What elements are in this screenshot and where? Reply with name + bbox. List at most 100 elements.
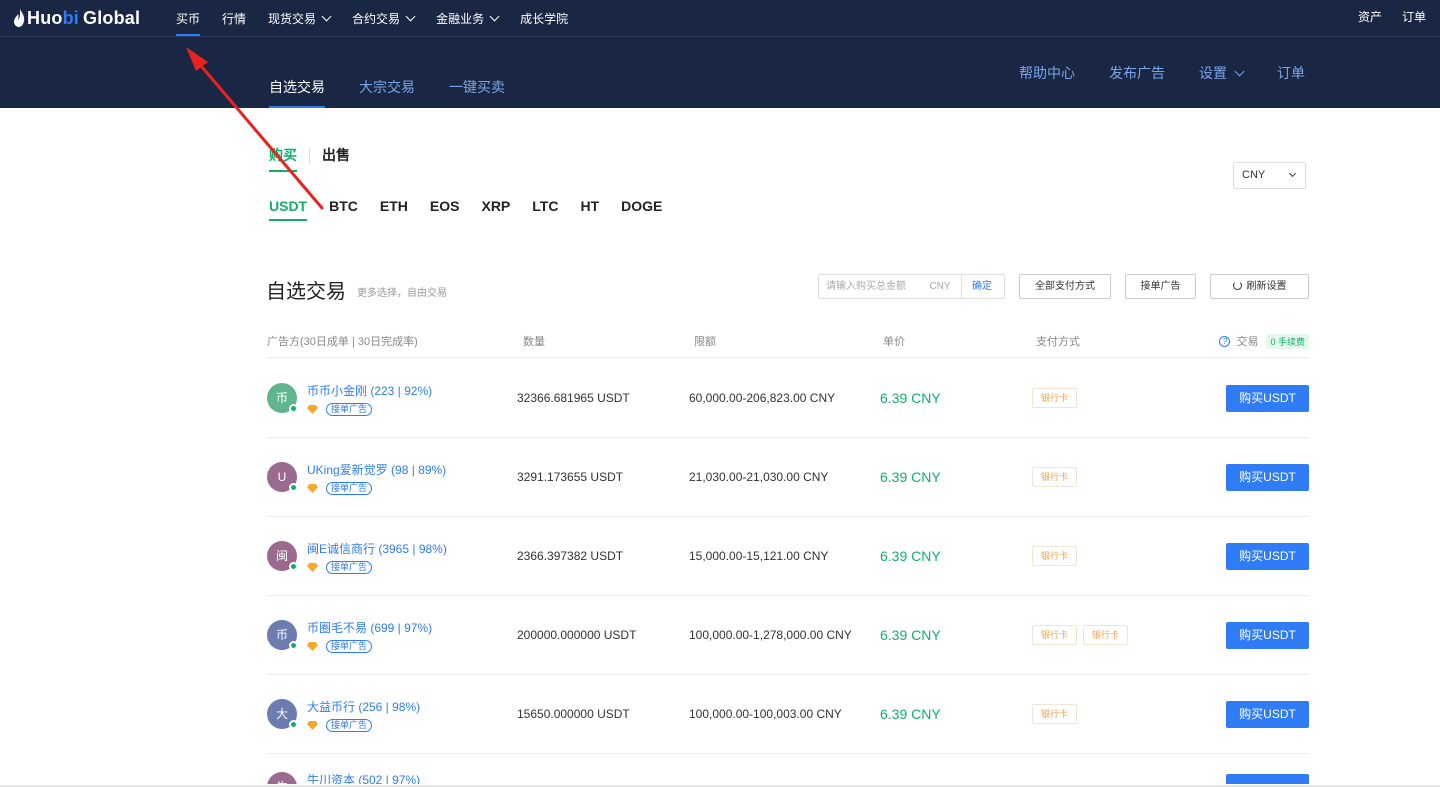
amount-input[interactable] bbox=[819, 275, 919, 298]
nav-academy[interactable]: 成长学院 bbox=[520, 0, 568, 37]
merchant-badges: 接单广告 bbox=[307, 640, 373, 653]
nav-label: 金融业务 bbox=[436, 11, 485, 26]
section-subtitle: 更多选择，自由交易 bbox=[357, 288, 447, 299]
merchant-name[interactable]: 大益币行 (256 | 98%) bbox=[307, 698, 420, 715]
buy-usdt-button[interactable]: 购买USDT bbox=[1226, 464, 1309, 491]
diamond-merchant-icon bbox=[307, 563, 318, 572]
merchant-name[interactable]: 闽E诚信商行 (3965 | 98%) bbox=[307, 540, 447, 557]
coin-tab-ht[interactable]: HT bbox=[580, 198, 599, 221]
avatar[interactable]: 大 bbox=[267, 699, 298, 729]
table-row: 币 币圈毛不易 (699 | 97%) 接单广告 200000.000000 U… bbox=[267, 596, 1309, 675]
logo-text-global: Global bbox=[83, 7, 141, 28]
ad-price: 6.39 CNY bbox=[880, 469, 941, 485]
huobi-logo[interactable]: Huo bi Global bbox=[14, 7, 140, 29]
buy-usdt-button[interactable]: 购买USDT bbox=[1226, 543, 1309, 570]
tab-one-click-trade[interactable]: 一键买卖 bbox=[449, 37, 505, 108]
payment-methods: 银行卡 bbox=[1032, 704, 1083, 724]
accept-ads-button[interactable]: 接单广告 bbox=[1125, 274, 1196, 299]
coin-tab-xrp[interactable]: XRP bbox=[481, 198, 510, 221]
nav-contract-trading[interactable]: 合约交易 bbox=[352, 0, 416, 37]
coin-tab-eos[interactable]: EOS bbox=[430, 198, 460, 221]
ad-limit: 15,000.00-15,121.00 CNY bbox=[689, 549, 829, 563]
avatar-initial: 币 bbox=[275, 391, 288, 405]
avatar-initial: 闽 bbox=[275, 549, 288, 563]
section-title: 自选交易 bbox=[266, 281, 346, 303]
diamond-merchant-icon bbox=[307, 642, 318, 651]
ad-limit: 100,000.00-1,278,000.00 CNY bbox=[689, 628, 852, 642]
otc-subnav-right: 帮助中心 发布广告 设置 订单 bbox=[985, 37, 1305, 108]
ad-quantity: 2366.397382 USDT bbox=[517, 549, 624, 563]
table-row: U UKing爱新觉罗 (98 | 89%) 接单广告 3291.173655 … bbox=[267, 438, 1309, 517]
chevron-down-icon bbox=[489, 11, 500, 22]
refresh-settings-button[interactable]: 刷新设置 bbox=[1210, 274, 1309, 299]
coin-tab-btc[interactable]: BTC bbox=[329, 198, 358, 221]
chevron-down-icon bbox=[321, 11, 332, 22]
zero-fee-badge: 0 手续费 bbox=[1266, 333, 1309, 349]
help-question-icon[interactable]: ? bbox=[1219, 335, 1231, 347]
avatar[interactable]: U bbox=[267, 462, 298, 492]
buy-usdt-button[interactable]: 购买USDT bbox=[1226, 385, 1309, 412]
nav-label: 行情 bbox=[222, 11, 247, 26]
online-status-dot bbox=[289, 404, 298, 413]
payment-methods: 银行卡 bbox=[1032, 546, 1083, 566]
payment-bank-card-badge: 银行卡 bbox=[1083, 625, 1129, 645]
avatar[interactable]: 闽 bbox=[267, 541, 298, 571]
currency-select[interactable]: CNY bbox=[1233, 162, 1306, 189]
divider bbox=[309, 147, 310, 164]
buy-usdt-button[interactable]: 购买USDT bbox=[1226, 622, 1309, 649]
nav-assets[interactable]: 资产 bbox=[1358, 0, 1382, 37]
ad-quantity: 3291.173655 USDT bbox=[517, 470, 624, 484]
post-ad-link[interactable]: 发布广告 bbox=[1109, 37, 1165, 108]
nav-orders[interactable]: 订单 bbox=[1402, 0, 1426, 37]
nav-spot-trading[interactable]: 现货交易 bbox=[268, 0, 332, 37]
coin-tab-ltc[interactable]: LTC bbox=[532, 198, 558, 221]
ad-quantity: 15650.000000 USDT bbox=[517, 707, 630, 721]
payment-methods: 银行卡 银行卡 bbox=[1032, 625, 1134, 645]
settings-label: 设置 bbox=[1199, 64, 1227, 81]
buy-usdt-button[interactable] bbox=[1226, 774, 1309, 784]
merchant-name[interactable]: 币币小金刚 (223 | 92%) bbox=[307, 382, 432, 399]
coin-tab-usdt[interactable]: USDT bbox=[269, 198, 308, 221]
ad-list: 币 币币小金刚 (223 | 92%) 接单广告 32366.681965 US… bbox=[267, 359, 1309, 784]
header-price: 单价 bbox=[883, 336, 905, 348]
avatar[interactable]: 牛 bbox=[267, 772, 297, 784]
table-header: 广告方(30日成单 | 30日完成率) 数量 限额 单价 支付方式 ? 交易 0… bbox=[267, 333, 1309, 358]
logo-text-bi: bi bbox=[62, 7, 79, 28]
merchant-name[interactable]: 牛川资本 (502 | 97%) bbox=[307, 771, 420, 784]
merchant-name[interactable]: UKing爱新觉罗 (98 | 89%) bbox=[307, 461, 446, 478]
table-row: 牛 牛川资本 (502 | 97%) bbox=[267, 754, 1309, 784]
ad-price: 6.39 CNY bbox=[880, 627, 941, 643]
payment-methods-button[interactable]: 全部支付方式 bbox=[1019, 274, 1111, 299]
help-center-link[interactable]: 帮助中心 bbox=[1019, 37, 1075, 108]
tab-buy[interactable]: 购买 bbox=[269, 145, 297, 172]
nav-market[interactable]: 行情 bbox=[222, 0, 246, 37]
coin-tab-doge[interactable]: DOGE bbox=[621, 198, 662, 221]
merchant-name[interactable]: 币圈毛不易 (699 | 97%) bbox=[307, 619, 432, 636]
chevron-down-icon bbox=[1288, 169, 1297, 178]
orders-link[interactable]: 订单 bbox=[1277, 37, 1305, 108]
ad-price: 6.39 CNY bbox=[880, 390, 941, 406]
header-trade-label: 交易 bbox=[1236, 336, 1259, 348]
currency-value: CNY bbox=[1242, 169, 1266, 181]
tab-self-select-trade[interactable]: 自选交易 bbox=[269, 37, 325, 108]
nav-label: 合约交易 bbox=[352, 11, 401, 26]
avatar[interactable]: 币 bbox=[267, 383, 298, 413]
flame-logo-icon bbox=[14, 9, 25, 27]
ad-limit: 21,030.00-21,030.00 CNY bbox=[689, 470, 829, 484]
buy-sell-toggle: 购买 出售 bbox=[269, 145, 350, 172]
nav-finance[interactable]: 金融业务 bbox=[436, 0, 500, 37]
nav-buy-crypto[interactable]: 买币 bbox=[176, 0, 201, 37]
ad-price: 6.39 CNY bbox=[880, 548, 941, 564]
diamond-merchant-icon bbox=[307, 721, 318, 730]
coin-tab-eth[interactable]: ETH bbox=[380, 198, 408, 221]
nav-label: 现货交易 bbox=[268, 11, 317, 26]
avatar[interactable]: 币 bbox=[267, 620, 298, 650]
buy-usdt-button[interactable]: 购买USDT bbox=[1226, 701, 1309, 728]
tab-block-trade[interactable]: 大宗交易 bbox=[359, 37, 415, 108]
header-trade: ? 交易 0 手续费 bbox=[1219, 333, 1309, 349]
tab-sell[interactable]: 出售 bbox=[322, 145, 350, 172]
amount-confirm-button[interactable]: 确定 bbox=[961, 275, 1002, 298]
settings-dropdown[interactable]: 设置 bbox=[1199, 37, 1245, 108]
diamond-merchant-icon bbox=[307, 484, 318, 493]
refresh-icon bbox=[1232, 281, 1242, 290]
